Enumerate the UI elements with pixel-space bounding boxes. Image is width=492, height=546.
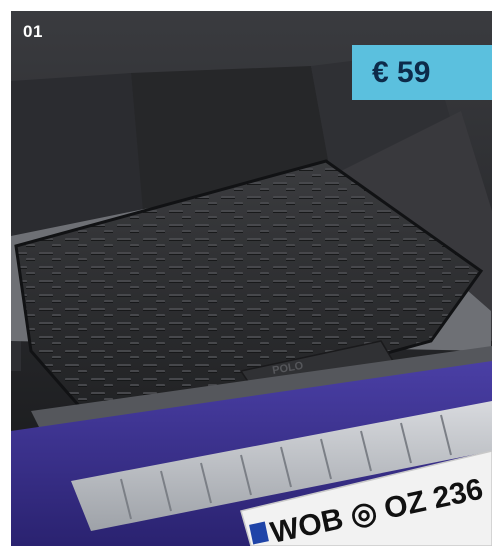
price-label: € 59: [372, 55, 431, 89]
price-badge: € 59: [352, 45, 492, 100]
product-image-frame: POLO WOB ◎ OZ 236 01 € 59: [0, 0, 492, 546]
image-number-label: 01: [23, 22, 43, 41]
